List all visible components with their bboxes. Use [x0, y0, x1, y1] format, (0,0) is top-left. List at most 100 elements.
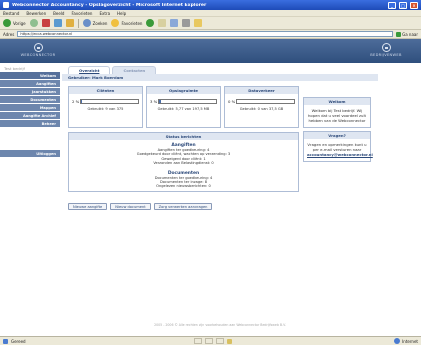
questions-box: Vragen? Vragen en opmerkingen kunt u per…: [303, 131, 373, 162]
folder-icon[interactable]: [194, 19, 203, 27]
sidebar-item-aangiften[interactable]: Aangiften: [0, 80, 60, 88]
new-document-button[interactable]: Nieuw document: [110, 202, 151, 210]
lock-icon: [227, 338, 232, 344]
status-cell: [194, 338, 202, 344]
sidebar-user: Test bedrijf: [4, 66, 25, 71]
sidebar-item-documenten[interactable]: Documenten: [0, 96, 60, 104]
status-line[interactable]: Verzonden aan Belastingdienst: 0: [69, 161, 298, 165]
browser-window: Webconnector Accountancy - Opslagoverzic…: [0, 0, 421, 345]
print-icon[interactable]: [182, 19, 191, 27]
stat-opslagruimte: Opslagruimte 3 % Gebruikt: 5,77 van 197,…: [146, 86, 221, 128]
stop-icon[interactable]: [41, 19, 50, 27]
close-button[interactable]: ×: [410, 1, 418, 9]
address-label: Adres: [3, 31, 15, 37]
minimize-button[interactable]: _: [388, 1, 396, 9]
stat-clienten: Cliënten 2 % Gebruikt: 9 van 375: [68, 86, 143, 128]
title-bar: Webconnector Accountancy - Opslagoverzic…: [0, 0, 421, 10]
main-content: Overzicht Contacten Gebruiker: Mark Boer…: [62, 63, 378, 336]
refresh-icon[interactable]: [53, 19, 62, 27]
ie-icon: [3, 2, 9, 8]
menu-help[interactable]: Help: [117, 11, 126, 16]
media-icon[interactable]: [146, 19, 155, 27]
status-section-aangiften: Aangiften Aangiften ter goedkeuring: 4 G…: [69, 140, 298, 168]
favorites-label: Favorieten: [121, 20, 143, 26]
toolbar-separator: [77, 18, 79, 28]
favorites-button[interactable]: Favorieten: [111, 19, 142, 27]
bedrijvenweb-logo-icon: [381, 43, 391, 52]
new-return-button[interactable]: Nieuwe aangifte: [68, 202, 108, 210]
menu-bewerken[interactable]: Bewerken: [26, 11, 46, 16]
menu-extra[interactable]: Extra: [99, 11, 110, 16]
search-button[interactable]: Zoeken: [82, 19, 108, 27]
globe-icon: [394, 338, 401, 344]
status-cell: [216, 338, 224, 344]
menu-favorieten[interactable]: Favorieten: [71, 11, 92, 16]
tab-bar: Overzicht Contacten: [62, 65, 378, 74]
bedrijvenweb-logo-text: BEDRIJVENWEB: [370, 53, 402, 57]
go-button[interactable]: Ga naar: [396, 31, 418, 37]
stat-title: Cliënten: [69, 87, 142, 94]
security-zone: Internet: [394, 338, 418, 344]
go-label: Ga naar: [402, 31, 418, 37]
page-icon: [3, 338, 8, 344]
stat-usage: Gebruikt: 5,77 van 197,5 MB: [157, 107, 210, 111]
go-arrow-icon: [396, 31, 402, 37]
stat-usage: Gebruikt: 9 van 375: [87, 107, 124, 111]
menu-bestand[interactable]: Bestand: [3, 11, 19, 16]
webconnector-logo-icon: [33, 43, 43, 52]
site-banner: WEBCONNECTOR BEDRIJVENWEB: [0, 39, 421, 63]
usage-bar: [80, 99, 139, 104]
welcome-title: Welkom: [304, 98, 370, 105]
window-title: Webconnector Accountancy - Opslagoverzic…: [12, 2, 207, 8]
usage-bar-fill: [81, 100, 83, 103]
stat-usage: Gebruikt: 0 van 37,5 GB: [239, 107, 284, 111]
star-icon: [111, 19, 120, 27]
forward-arrow-icon[interactable]: [29, 19, 38, 27]
menu-bar: Bestand Bewerken Beeld Favorieten Extra …: [0, 10, 421, 17]
stat-percent: 3 %: [150, 99, 158, 104]
sidebar: Test bedrijf Welkom Aangiften Jaarstukke…: [0, 63, 60, 336]
webconnector-logo-text: WEBCONNECTOR: [20, 53, 56, 57]
support-email-link[interactable]: accountancy@webconnector.nl: [307, 152, 373, 157]
menu-beeld[interactable]: Beeld: [53, 11, 64, 16]
tab-overzicht[interactable]: Overzicht: [68, 66, 111, 74]
sidebar-item-jaarstukken[interactable]: Jaarstukken: [0, 88, 60, 96]
sidebar-item-aangifte-archief[interactable]: Aangifte Archief: [0, 112, 60, 120]
zone-label: Internet: [402, 338, 418, 344]
home-icon[interactable]: [65, 19, 74, 27]
request-care-button[interactable]: Zorg verwerken aanvragen: [153, 202, 213, 210]
mail-icon[interactable]: [170, 19, 179, 27]
sidebar-item-welkom[interactable]: Welkom: [0, 72, 60, 80]
address-input[interactable]: https://ecca.webconnector.nl: [17, 31, 394, 37]
history-icon[interactable]: [158, 19, 167, 27]
status-line[interactable]: Ongelezen nieuwsberichten: 0: [69, 184, 298, 188]
welcome-column: Welkom Welkom bij Test bedrijf. Wij hope…: [303, 97, 373, 165]
webconnector-logo[interactable]: WEBCONNECTOR: [18, 43, 58, 57]
stat-dataverkeer: Dataverkeer 0 % Gebruikt: 0 van 37,5 GB: [224, 86, 299, 128]
sidebar-item-beheer[interactable]: Beheer: [0, 120, 60, 128]
current-user: Gebruiker: Mark Boerdam: [62, 74, 378, 81]
logout-button[interactable]: Uitloggen: [0, 150, 60, 158]
status-messages: Status berichten Aangiften Aangiften ter…: [68, 132, 299, 192]
stat-percent: 0 %: [228, 99, 236, 104]
status-bar: Gereed Internet: [0, 336, 421, 345]
back-label: Vorige: [13, 20, 26, 26]
usage-bar: [236, 99, 295, 104]
usage-bar-fill: [159, 100, 161, 103]
status-section-documenten: Documenten Documenten ter goedkeuring: 4…: [69, 168, 298, 191]
search-icon: [82, 19, 91, 27]
status-text: Gereed: [11, 338, 26, 344]
questions-text: Vragen en opmerkingen kunt u per e-mail …: [307, 142, 367, 152]
page-viewport: WEBCONNECTOR BEDRIJVENWEB Test bedrijf W…: [0, 39, 421, 336]
copyright-footer: 2005 - 2006 © Alle rechten zijn voorbeho…: [154, 323, 286, 327]
status-cell: [205, 338, 213, 344]
bedrijvenweb-logo[interactable]: BEDRIJVENWEB: [366, 43, 406, 57]
tab-contacten[interactable]: Contacten: [112, 66, 157, 74]
stat-title: Dataverkeer: [225, 87, 298, 94]
address-bar: Adres https://ecca.webconnector.nl Ga na…: [0, 30, 421, 39]
search-label: Zoeken: [92, 20, 108, 26]
back-button[interactable]: Vorige: [3, 19, 26, 27]
sidebar-item-mappen[interactable]: Mappen: [0, 104, 60, 112]
action-buttons: Nieuwe aangifte Nieuw document Zorg verw…: [68, 202, 378, 210]
maximize-button[interactable]: □: [399, 1, 407, 9]
